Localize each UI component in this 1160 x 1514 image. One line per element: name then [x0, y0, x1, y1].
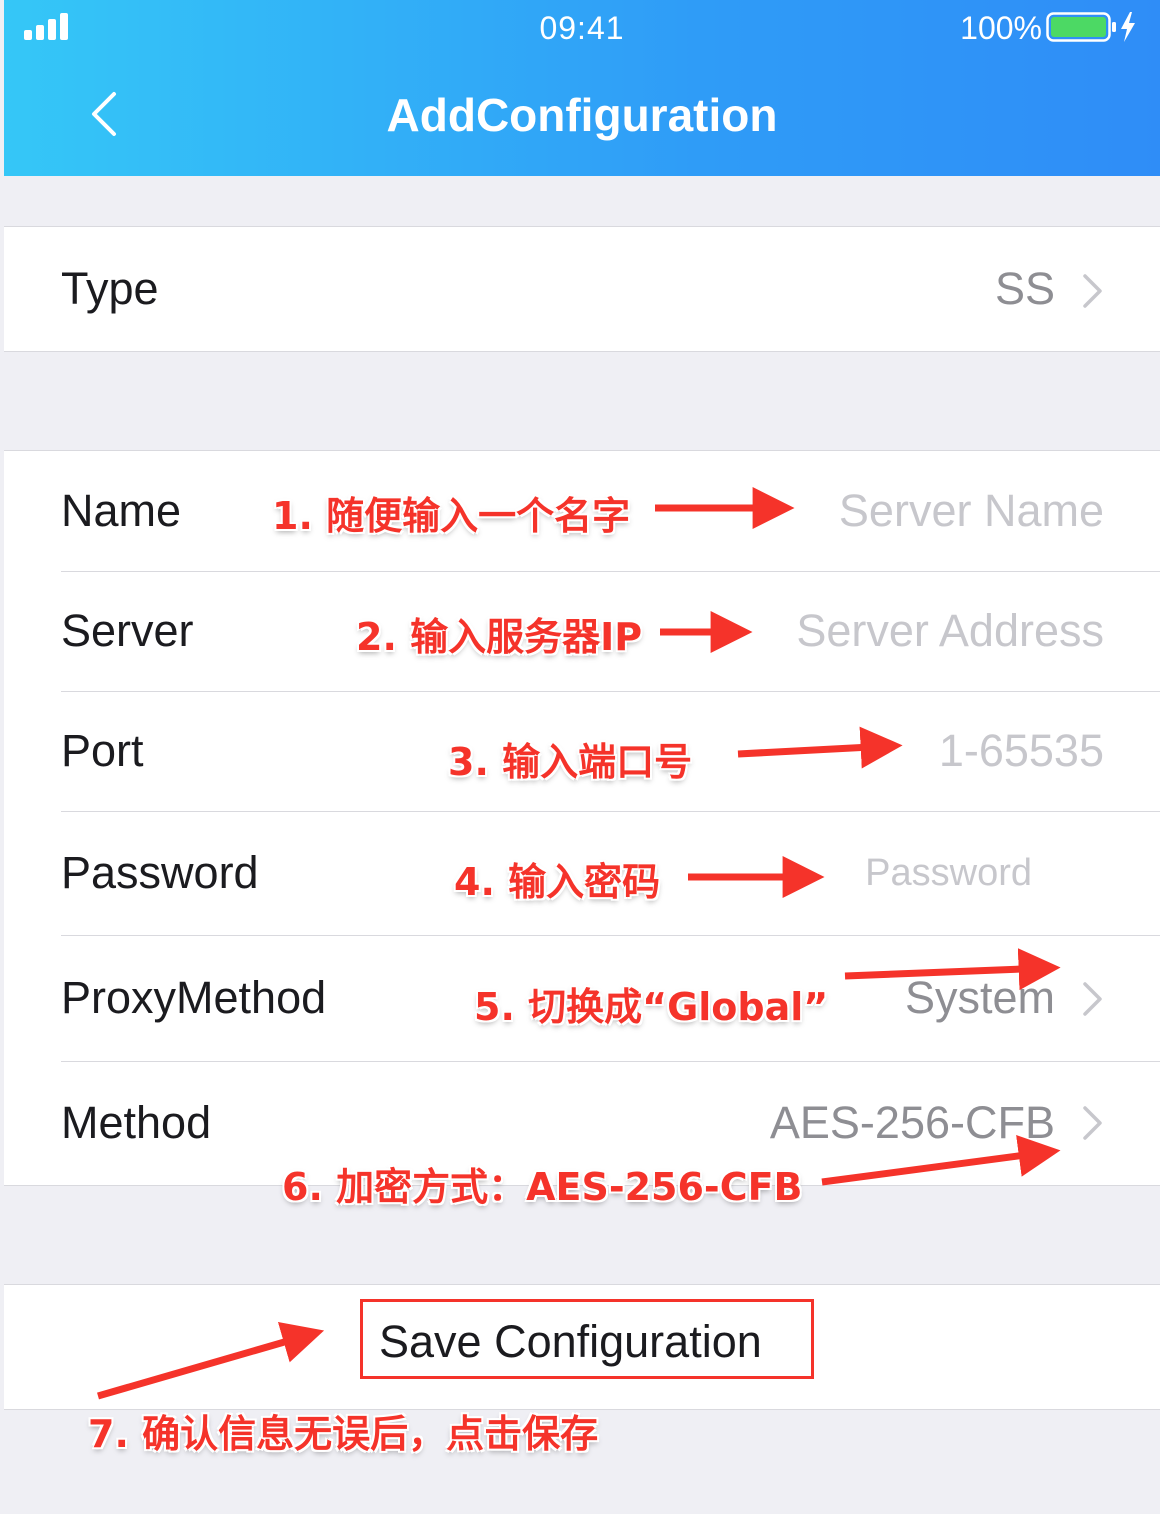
save-group: Save Configuration [4, 1284, 1160, 1410]
name-input[interactable]: Server Name [839, 451, 1104, 571]
charging-icon [1121, 12, 1135, 42]
annotation-1: 1. 随便输入一个名字 [272, 494, 631, 538]
port-label: Port [61, 725, 144, 776]
type-label: Type [61, 263, 159, 314]
annotation-5: 5. 切换成“Global” [474, 985, 829, 1029]
chevron-right-icon [1083, 274, 1102, 308]
annotation-3: 3. 输入端口号 [448, 740, 693, 784]
type-row[interactable]: Type SS [4, 227, 1160, 351]
name-label: Name [61, 485, 182, 536]
chevron-right-icon [1083, 1106, 1102, 1140]
header: 09:41 100% AddConfiguration [4, 0, 1160, 176]
save-configuration-button[interactable]: Save Configuration [360, 1299, 814, 1379]
server-label: Server [61, 605, 194, 656]
battery-percent: 100% [960, 10, 1042, 46]
method-label: Method [61, 1097, 212, 1148]
server-config-group: Name Server Name Server Server Address P… [4, 450, 1160, 1186]
server-input[interactable]: Server Address [796, 571, 1104, 691]
status-bar: 09:41 100% [4, 0, 1160, 56]
battery-icon [1046, 12, 1135, 42]
port-input[interactable]: 1-65535 [939, 691, 1104, 811]
page-title: AddConfiguration [386, 89, 778, 141]
annotation-2: 2. 输入服务器IP [356, 615, 643, 659]
type-group: Type SS [4, 226, 1160, 352]
proxy-method-value: System [904, 972, 1055, 1023]
password-input[interactable]: Password [865, 811, 1032, 935]
method-value: AES-256-CFB [769, 1097, 1055, 1148]
type-value: SS [994, 263, 1055, 314]
annotation-6: 6. 加密方式：AES-256-CFB [282, 1165, 803, 1209]
chevron-right-icon [1083, 982, 1102, 1016]
annotation-7: 7. 确认信息无误后，点击保存 [88, 1412, 599, 1456]
nav-bar: AddConfiguration [4, 60, 1160, 176]
annotation-4: 4. 输入密码 [454, 860, 661, 904]
password-label: Password [61, 847, 259, 898]
proxy-method-label: ProxyMethod [61, 972, 327, 1023]
